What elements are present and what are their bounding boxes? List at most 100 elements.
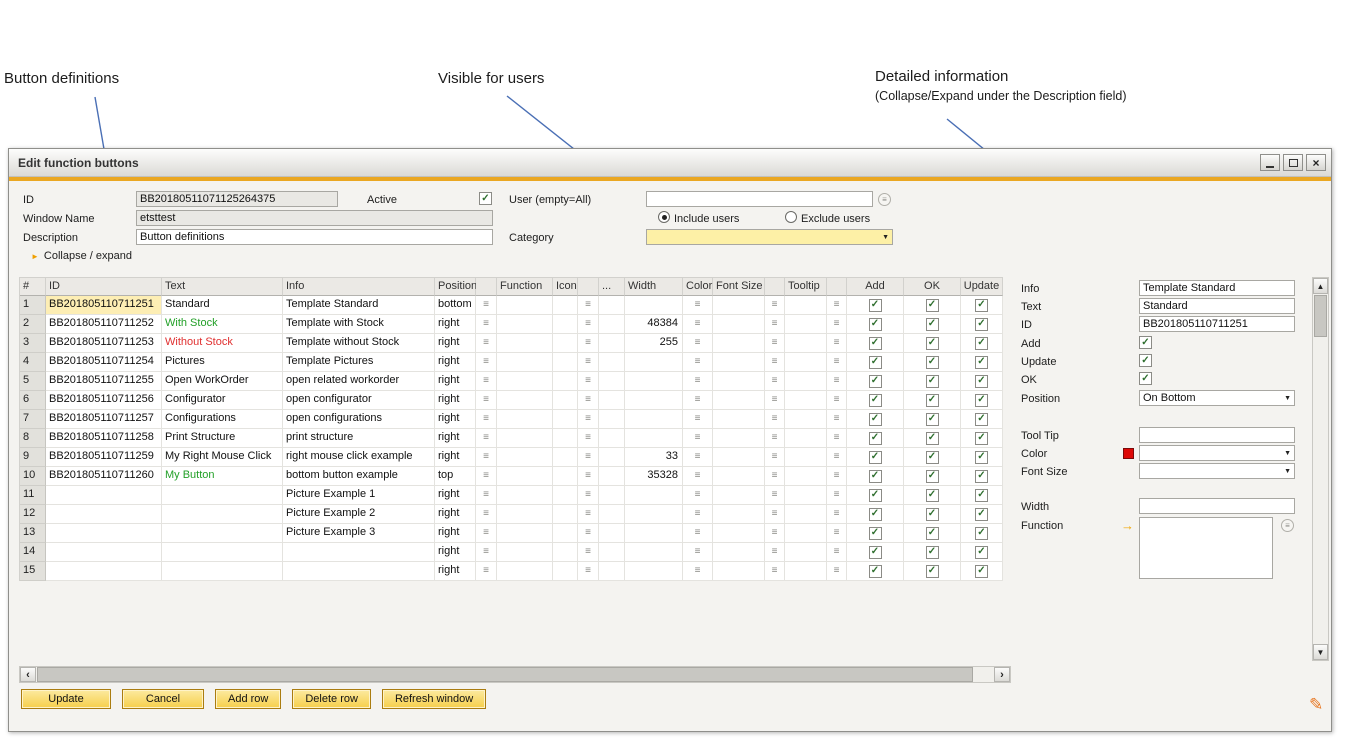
link-icon[interactable]: ≡ [483, 452, 489, 462]
scroll-up-button[interactable]: ▲ [1313, 278, 1328, 294]
link-icon[interactable]: ≡ [483, 490, 489, 500]
cell-add[interactable]: ✓ [847, 486, 904, 505]
cell-color[interactable]: ≡ [683, 562, 713, 581]
link-icon[interactable]: ≡ [772, 319, 778, 329]
cell-ok[interactable]: ✓ [904, 410, 961, 429]
cell-color[interactable]: ≡ [683, 486, 713, 505]
cell-update[interactable]: ✓ [961, 353, 1003, 372]
add-checkbox[interactable]: ✓ [869, 546, 882, 559]
cell-position[interactable]: right [435, 334, 476, 353]
add-checkbox[interactable]: ✓ [869, 356, 882, 369]
ok-checkbox[interactable]: ✓ [926, 356, 939, 369]
row-number[interactable]: 9 [20, 448, 46, 467]
update-checkbox[interactable]: ✓ [975, 432, 988, 445]
link-icon[interactable]: ≡ [772, 433, 778, 443]
cell-color[interactable]: ≡ [683, 372, 713, 391]
link-icon[interactable]: ≡ [585, 414, 591, 424]
cell-pos_link[interactable]: ≡ [476, 296, 497, 315]
cell-icon[interactable] [553, 353, 578, 372]
cancel-button[interactable]: Cancel [122, 689, 204, 709]
cell-icon_link[interactable]: ≡ [578, 562, 599, 581]
link-icon[interactable]: ≡ [834, 376, 840, 386]
cell-id[interactable]: BB201805110711259 [46, 448, 162, 467]
refresh-window-button[interactable]: Refresh window [382, 689, 486, 709]
update-checkbox[interactable]: ✓ [975, 527, 988, 540]
delete-row-button[interactable]: Delete row [292, 689, 371, 709]
cell-add[interactable]: ✓ [847, 505, 904, 524]
cell-function[interactable] [497, 467, 553, 486]
link-icon[interactable]: ≡ [483, 547, 489, 557]
cell-update[interactable]: ✓ [961, 562, 1003, 581]
cell-tooltip[interactable] [785, 315, 827, 334]
cell-icon[interactable] [553, 372, 578, 391]
add-checkbox[interactable]: ✓ [869, 565, 882, 578]
ok-checkbox[interactable]: ✓ [926, 375, 939, 388]
cell-color[interactable]: ≡ [683, 410, 713, 429]
add-checkbox[interactable]: ✓ [869, 337, 882, 350]
link-icon[interactable]: ≡ [585, 547, 591, 557]
cell-fs_link[interactable]: ≡ [765, 562, 785, 581]
cell-update[interactable]: ✓ [961, 524, 1003, 543]
cell-update[interactable]: ✓ [961, 391, 1003, 410]
link-icon[interactable]: ≡ [834, 319, 840, 329]
user-input[interactable] [646, 191, 873, 207]
link-icon[interactable]: ≡ [483, 300, 489, 310]
cell-pos_link[interactable]: ≡ [476, 353, 497, 372]
cell-update[interactable]: ✓ [961, 543, 1003, 562]
cell-info[interactable]: Template Pictures [283, 353, 435, 372]
update-checkbox[interactable]: ✓ [975, 508, 988, 521]
cell-pos_link[interactable]: ≡ [476, 315, 497, 334]
cell-color[interactable]: ≡ [683, 429, 713, 448]
cell-color[interactable]: ≡ [683, 543, 713, 562]
update-checkbox[interactable]: ✓ [975, 318, 988, 331]
detail-text-input[interactable] [1139, 298, 1295, 314]
cell-position[interactable]: right [435, 524, 476, 543]
link-arrow-icon[interactable]: → [1121, 519, 1134, 532]
cell-icon[interactable] [553, 524, 578, 543]
cell-icon_link[interactable]: ≡ [578, 505, 599, 524]
scroll-left-button[interactable]: ‹ [20, 667, 36, 682]
update-checkbox[interactable]: ✓ [975, 546, 988, 559]
cell-dots[interactable] [599, 315, 625, 334]
ok-checkbox[interactable]: ✓ [926, 470, 939, 483]
link-icon[interactable]: ≡ [695, 357, 701, 367]
link-icon[interactable]: ≡ [695, 319, 701, 329]
cell-font_size[interactable] [713, 543, 765, 562]
ok-checkbox[interactable]: ✓ [926, 546, 939, 559]
update-checkbox[interactable]: ✓ [975, 451, 988, 464]
cell-tt_link[interactable]: ≡ [827, 372, 847, 391]
cell-pos_link[interactable]: ≡ [476, 467, 497, 486]
cell-width[interactable] [625, 410, 683, 429]
cell-add[interactable]: ✓ [847, 372, 904, 391]
cell-fs_link[interactable]: ≡ [765, 410, 785, 429]
cell-ok[interactable]: ✓ [904, 372, 961, 391]
cell-font_size[interactable] [713, 315, 765, 334]
exclude-users-radio[interactable] [785, 211, 797, 223]
cell-tooltip[interactable] [785, 429, 827, 448]
cell-text[interactable]: My Right Mouse Click [162, 448, 283, 467]
cell-tooltip[interactable] [785, 505, 827, 524]
add-checkbox[interactable]: ✓ [869, 318, 882, 331]
cell-info[interactable]: right mouse click example [283, 448, 435, 467]
link-icon[interactable]: ≡ [834, 395, 840, 405]
cell-text[interactable]: Pictures [162, 353, 283, 372]
cell-color[interactable]: ≡ [683, 296, 713, 315]
cell-pos_link[interactable]: ≡ [476, 505, 497, 524]
cell-dots[interactable] [599, 296, 625, 315]
link-icon[interactable]: ≡ [772, 300, 778, 310]
cell-icon[interactable] [553, 543, 578, 562]
cell-text[interactable] [162, 486, 283, 505]
link-icon[interactable]: ≡ [772, 566, 778, 576]
cell-icon_link[interactable]: ≡ [578, 448, 599, 467]
cell-add[interactable]: ✓ [847, 410, 904, 429]
row-number[interactable]: 7 [20, 410, 46, 429]
cell-add[interactable]: ✓ [847, 429, 904, 448]
cell-dots[interactable] [599, 467, 625, 486]
link-icon[interactable]: ≡ [695, 395, 701, 405]
cell-width[interactable] [625, 391, 683, 410]
cell-dots[interactable] [599, 505, 625, 524]
cell-text[interactable]: Configurator [162, 391, 283, 410]
choose-from-list-icon[interactable]: ≡ [1281, 519, 1294, 532]
cell-id[interactable]: BB201805110711258 [46, 429, 162, 448]
cell-tt_link[interactable]: ≡ [827, 524, 847, 543]
